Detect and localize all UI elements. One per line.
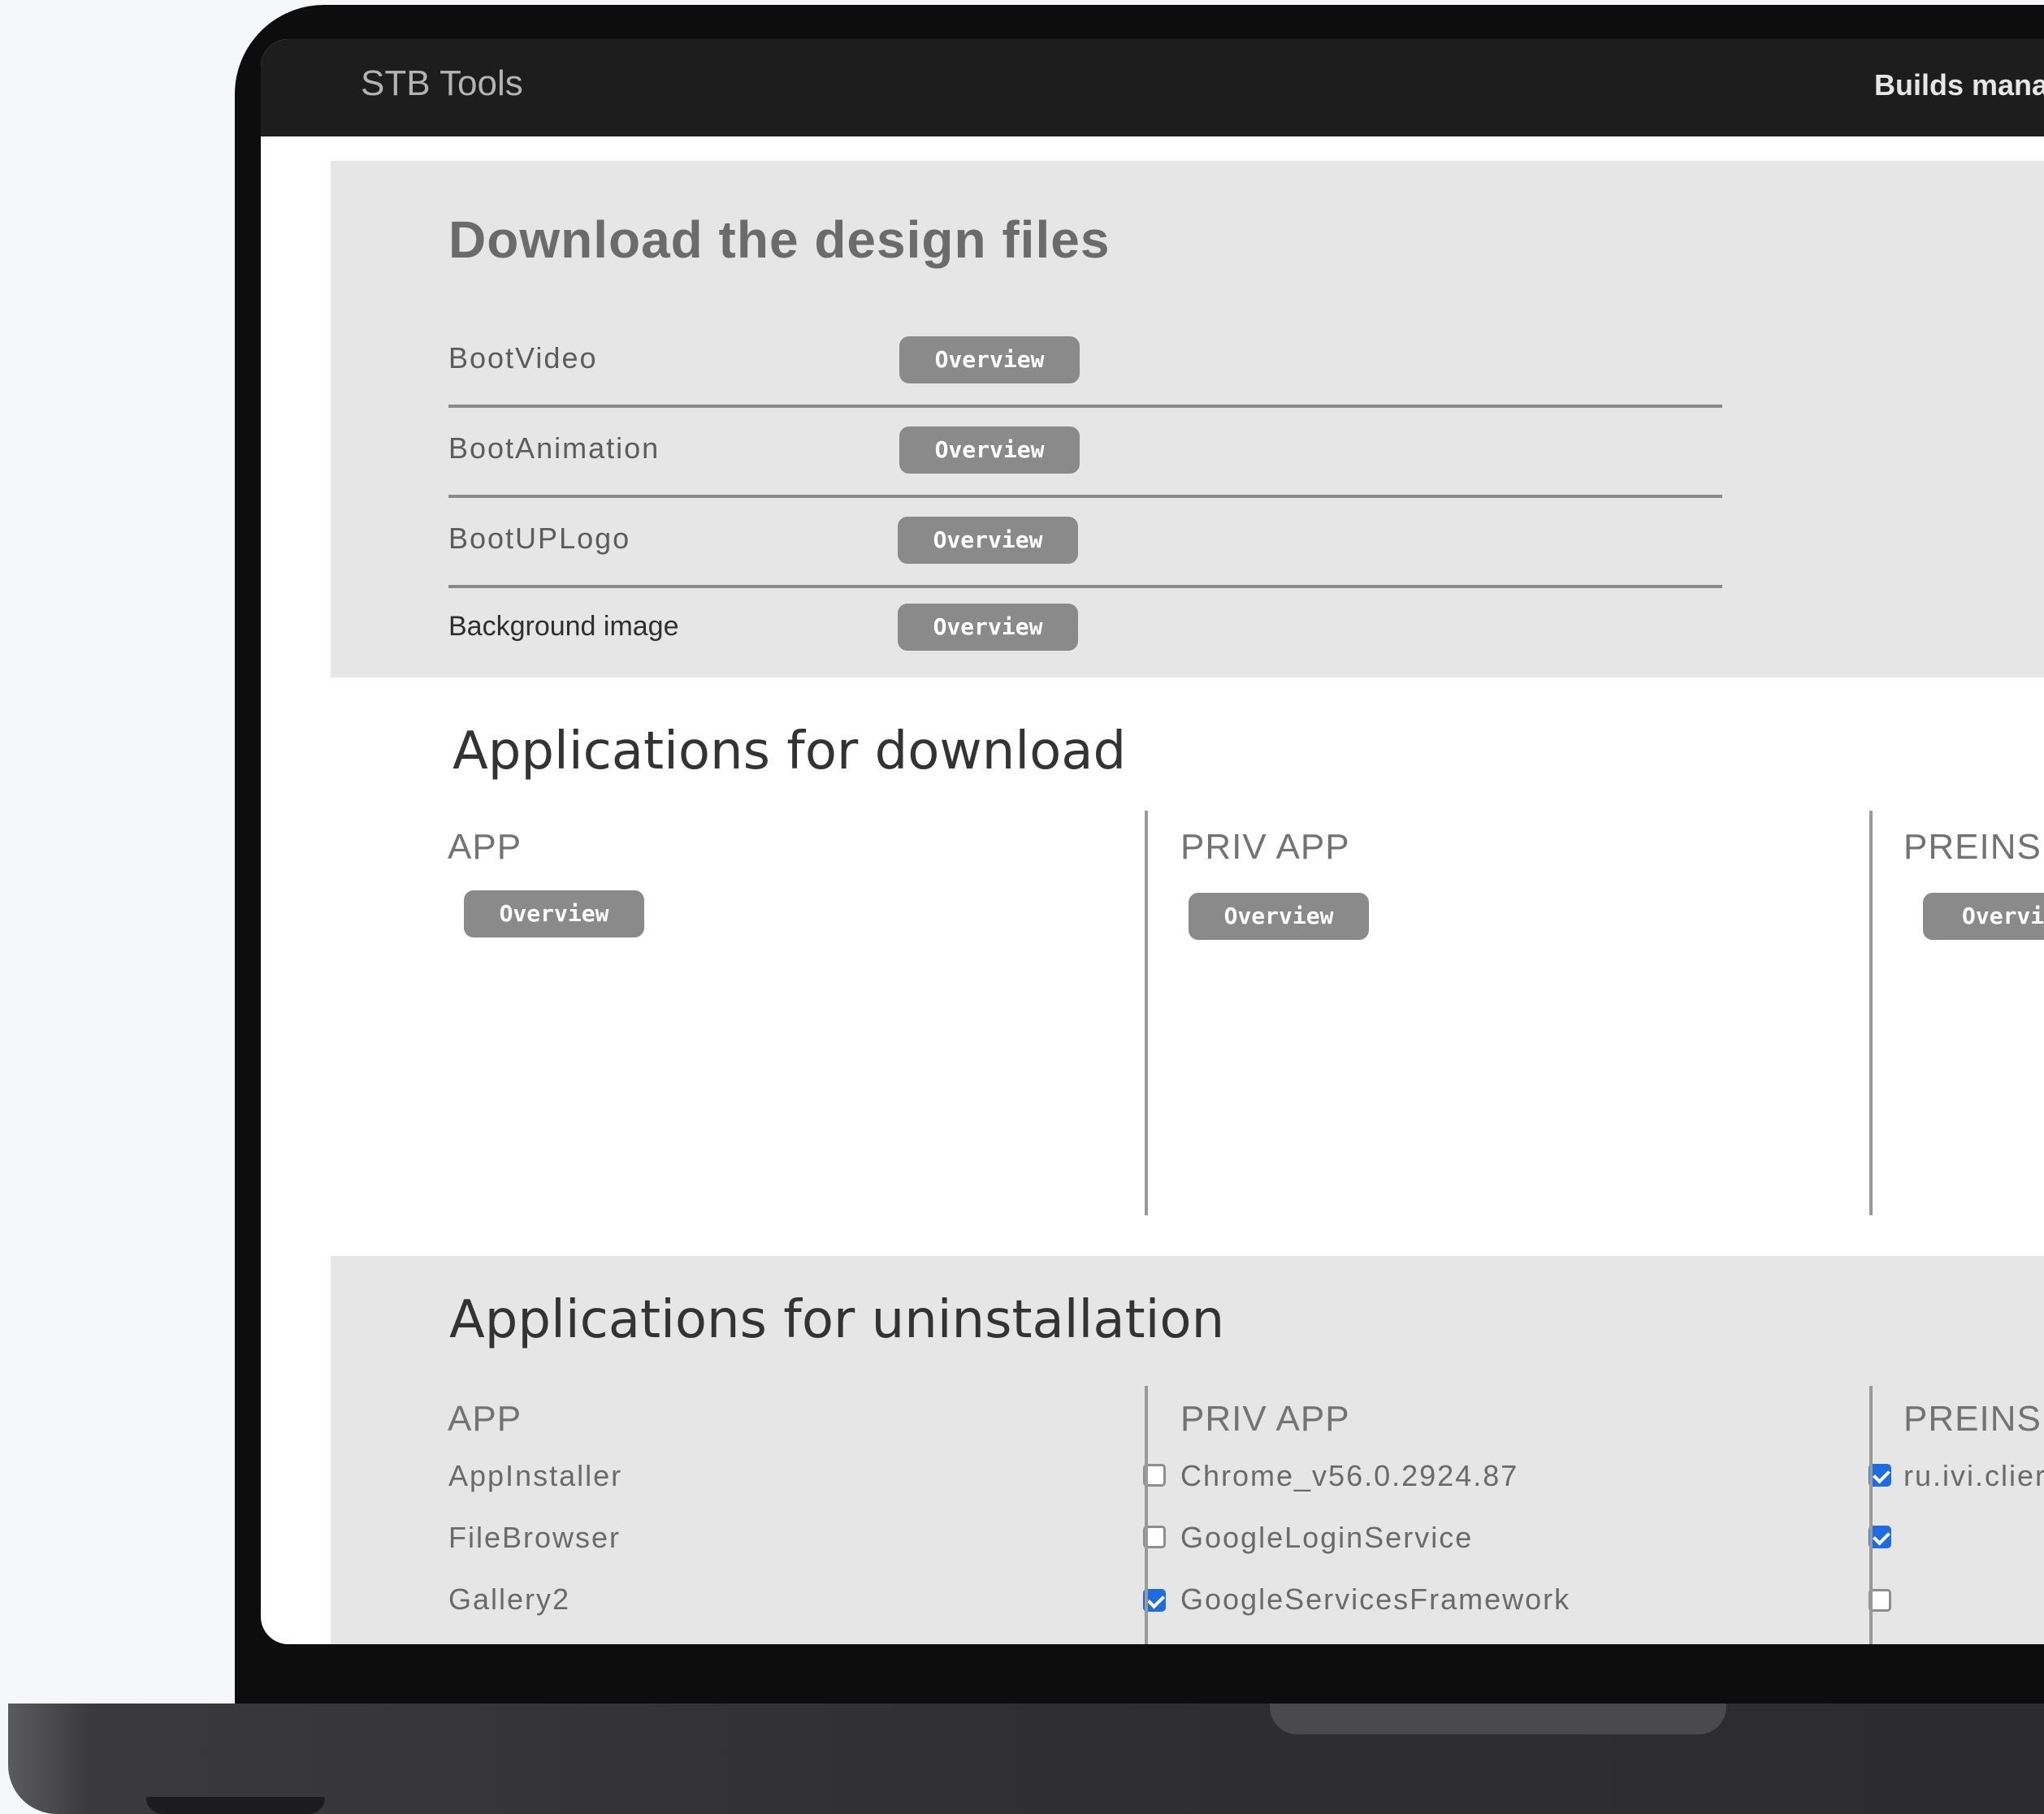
nav-builds-management[interactable]: Builds mana <box>1874 68 2044 102</box>
laptop-foot <box>146 1797 325 1814</box>
uninstall-item-label: FileBrowser <box>448 1521 621 1554</box>
design-row-label: BootUPLogo <box>448 522 631 555</box>
laptop-notch <box>1270 1704 1726 1734</box>
design-row-bootanimation: BootAnimation Overview <box>448 409 1722 498</box>
apps-download-title: Applications for download <box>453 721 1127 781</box>
overview-button[interactable]: Overview <box>464 890 644 937</box>
uninstall-item-label: AppInstaller <box>448 1459 623 1492</box>
overview-button[interactable]: Overview <box>898 517 1078 564</box>
column-divider <box>1145 811 1148 1215</box>
overview-button[interactable]: Overview <box>1189 893 1369 940</box>
apps-uninstall-title: Applications for uninstallation <box>449 1290 1225 1350</box>
row-divider <box>448 495 1722 498</box>
top-navbar: STB Tools Builds mana <box>261 39 2044 136</box>
brand-title[interactable]: STB Tools <box>361 63 523 104</box>
overview-button[interactable]: Overview <box>899 426 1080 474</box>
design-row-bootuplogo: BootUPLogo Overview <box>448 499 1722 588</box>
uninstall-item-label: GoogleServicesFramework <box>1180 1582 1571 1616</box>
uninstall-col-preins-title: PREINS <box>1903 1399 2042 1439</box>
download-col-app-title: APP <box>448 827 522 867</box>
download-col-priv-app-title: PRIV APP <box>1180 827 1350 867</box>
design-row-background-image: Background image Overview <box>448 588 1722 678</box>
row-divider <box>448 405 1722 408</box>
overview-button[interactable]: Overview <box>898 604 1078 651</box>
uninstall-item-label: Chrome_v56.0.2924.87 <box>1180 1459 1519 1492</box>
design-files-panel: Download the design files BootVideo Over… <box>331 161 2044 678</box>
column-divider <box>1869 1386 1873 1644</box>
download-col-preins-title: PREINS <box>1903 827 2042 867</box>
design-files-title: Download the design files <box>448 210 1111 269</box>
uninstall-col-priv-app-title: PRIV APP <box>1180 1399 1350 1439</box>
app-screen: STB Tools Builds mana Download the desig… <box>261 39 2044 1644</box>
overview-button[interactable]: Overview <box>899 336 1080 383</box>
uninstall-item-label: GoogleLoginService <box>1180 1521 1474 1554</box>
uninstall-item-label: ru.ivi.clier <box>1903 1459 2044 1492</box>
design-row-label: BootVideo <box>448 341 598 374</box>
uninstall-col-app-title: APP <box>448 1399 522 1439</box>
design-row-label: Background image <box>448 611 679 642</box>
uninstall-item-label: Gallery2 <box>448 1582 571 1616</box>
design-row-label: BootAnimation <box>448 431 660 465</box>
column-divider <box>1145 1386 1148 1644</box>
apps-uninstall-panel: Applications for uninstallation APP AppI… <box>331 1256 2044 1644</box>
overview-button[interactable]: Overvie <box>1923 893 2044 940</box>
design-row-bootvideo: BootVideo Overview <box>448 318 1722 408</box>
column-divider <box>1869 811 1873 1215</box>
